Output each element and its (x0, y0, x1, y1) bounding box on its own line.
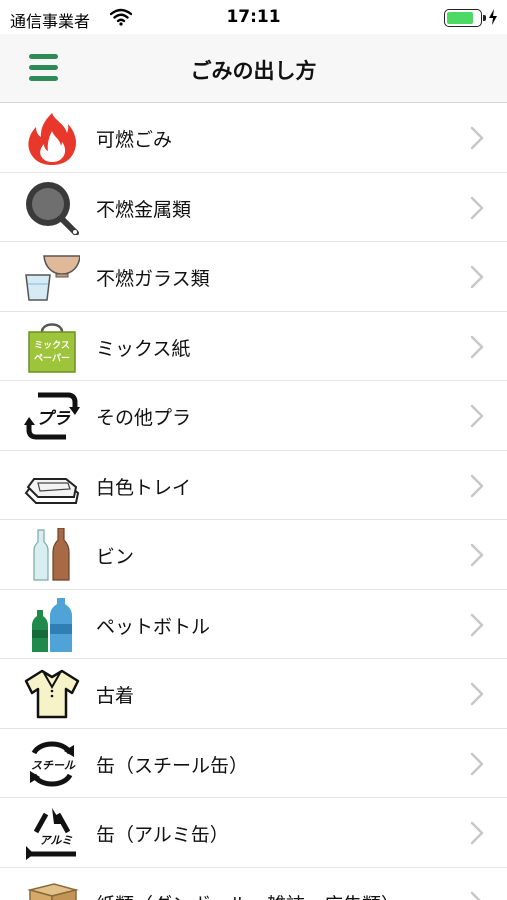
navigation-bar: ごみの出し方 (0, 34, 507, 103)
list-item-mixed-paper[interactable]: ミックス ペーパー ミックス紙 (0, 312, 507, 381)
list-item-label: 紙類（ダンボール・雑誌・広告類） (96, 890, 400, 900)
list-item-label: 白色トレイ (96, 476, 192, 499)
list-item-nonburnable-glass[interactable]: 不燃ガラス類 (0, 242, 507, 312)
plastic-icon-text: プラ (36, 409, 71, 429)
list-item-pet-bottles[interactable]: ペットボトル (0, 590, 507, 659)
list-item-label: 不燃ガラス類 (96, 268, 210, 290)
list-item-label: ミックス紙 (96, 337, 191, 360)
pet-bottles-icon (32, 597, 72, 652)
plastic-recycle-icon: プラ (24, 392, 80, 440)
chevron-right-icon (470, 752, 484, 775)
status-bar: 通信事業者 17:11 (0, 0, 507, 34)
cardboard-box-icon (27, 882, 79, 900)
white-tray-icon (24, 477, 80, 504)
list-item-label: 古着 (96, 685, 135, 707)
chevron-right-icon (470, 265, 484, 289)
mixed-paper-bag-icon: ミックス ペーパー (28, 322, 76, 373)
list-item-paper[interactable]: 紙類（ダンボール・雑誌・広告類） (0, 868, 507, 900)
chevron-right-icon (470, 404, 484, 428)
garbage-category-list: 可燃ごみ 不燃金属類 不燃ガラス類 ミックス ペーパー ミックス紙 プラ その他… (0, 103, 507, 900)
chevron-right-icon (470, 196, 484, 219)
list-item-nonburnable-metal[interactable]: 不燃金属類 (0, 173, 507, 242)
list-item-white-tray[interactable]: 白色トレイ (0, 451, 507, 520)
list-item-bottles[interactable]: ビン (0, 520, 507, 590)
polo-shirt-icon (24, 669, 80, 719)
aluminum-can-recycle-icon: アルミ (26, 808, 76, 860)
list-item-label: 可燃ごみ (96, 129, 173, 151)
list-item-label: ビン (96, 546, 135, 568)
list-item-label: その他プラ (96, 407, 192, 429)
chevron-right-icon (470, 682, 484, 706)
mixed-paper-icon-text: ペーパー (34, 352, 70, 364)
list-item-label: 缶（スチール缶） (96, 754, 249, 777)
chevron-right-icon (470, 543, 484, 567)
battery-level (447, 12, 473, 24)
status-time: 17:11 (226, 7, 281, 27)
steel-icon-text: スチール (31, 759, 76, 772)
list-item-label: 不燃金属類 (96, 198, 192, 221)
chevron-right-icon (470, 613, 484, 636)
page-title: ごみの出し方 (190, 59, 317, 83)
list-item-label: ペットボトル (96, 615, 211, 638)
flame-icon (28, 113, 76, 165)
chevron-right-icon (470, 126, 484, 150)
charging-bolt-icon (489, 9, 497, 25)
list-item-aluminum-can[interactable]: アルミ 缶（アルミ缶） (0, 798, 507, 868)
list-item-other-plastic[interactable]: プラ その他プラ (0, 381, 507, 451)
mixed-paper-icon-text: ミックス (34, 340, 70, 351)
battery-icon (444, 9, 486, 27)
chevron-right-icon (470, 891, 482, 900)
frying-pan-icon (26, 181, 79, 235)
bottles-icon (33, 528, 70, 581)
chevron-right-icon (470, 474, 484, 497)
chevron-right-icon (470, 335, 484, 358)
aluminum-icon-text: アルミ (40, 834, 74, 847)
chevron-right-icon (470, 821, 484, 845)
bowl-and-glass-icon (25, 255, 80, 301)
list-item-label: 缶（アルミ缶） (96, 824, 229, 846)
list-item-burnable[interactable]: 可燃ごみ (0, 103, 507, 173)
list-item-steel-can[interactable]: スチール 缶（スチール缶） (0, 729, 507, 798)
steel-can-recycle-icon: スチール (30, 741, 76, 786)
list-item-old-clothes[interactable]: 古着 (0, 659, 507, 729)
